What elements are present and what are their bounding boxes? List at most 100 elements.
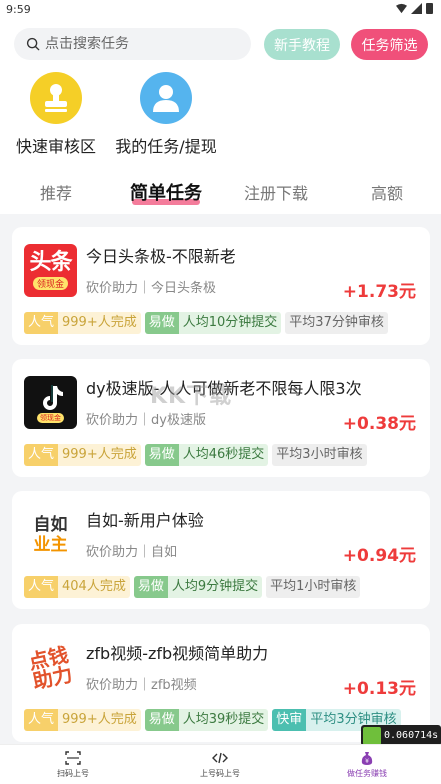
task-tags: 人气 999+人完成 易做 人均10分钟提交 平均37分钟审核 <box>24 312 388 334</box>
tag-value: 人均9分钟提交 <box>167 576 263 598</box>
tag-value: 人均10分钟提交 <box>178 312 282 334</box>
tag-key: 易做 <box>144 312 179 334</box>
task-reward: +0.13元 <box>342 679 416 699</box>
tag-value: 999+人完成 <box>58 709 141 731</box>
zfb-icon-text: 点钱助力 <box>26 641 75 694</box>
nav-earn-label: 做任务赚钱 <box>347 769 387 778</box>
popularity-tag: 人气 999+人完成 <box>24 312 141 334</box>
svg-text:¥: ¥ <box>365 758 369 765</box>
task-title: zfb视频-zfb视频简单助力 <box>86 644 269 663</box>
task-reward: +0.94元 <box>342 546 416 566</box>
watermark: KK下载 <box>150 384 233 409</box>
review-time-tag: 平均37分钟审核 <box>285 312 388 334</box>
nav-earn-money[interactable]: ¥ 做任务赚钱 <box>327 751 407 779</box>
task-subtitle: 砍价助力｜今日头条极 <box>86 281 217 296</box>
douyin-icon-badge: 领现金 <box>37 412 64 423</box>
task-reward: +0.38元 <box>342 414 416 434</box>
leaf-logo-icon <box>363 726 381 745</box>
task-title: 今日头条极-不限新老 <box>86 247 236 266</box>
task-subtitle: 砍价助力｜zfb视频 <box>86 678 197 693</box>
search-icon <box>26 37 40 51</box>
search-bar[interactable] <box>14 28 251 60</box>
nav-scan-login[interactable]: 扫码上号 <box>33 751 113 779</box>
status-icons <box>396 3 433 14</box>
tag-value: 404人完成 <box>58 576 130 598</box>
popularity-tag: 人气 999+人完成 <box>24 444 141 466</box>
tutorial-button[interactable]: 新手教程 <box>264 29 340 60</box>
nav-code-label: 上号码上号 <box>200 769 240 778</box>
signal-icon <box>411 3 422 14</box>
tag-value: 平均37分钟审核 <box>285 312 388 334</box>
tag-key: 易做 <box>144 709 179 731</box>
my-tasks-badge <box>140 72 192 124</box>
nav-scan-label: 扫码上号 <box>57 769 89 778</box>
tag-key: 人气 <box>24 576 59 598</box>
my-tasks-label: 我的任务/提现 <box>115 137 217 156</box>
tag-key: 快审 <box>272 709 307 731</box>
quick-review-badge <box>30 72 82 124</box>
status-time: 9:59 <box>6 3 31 16</box>
easy-tag: 易做 人均9分钟提交 <box>133 576 263 598</box>
tag-key: 人气 <box>24 709 59 731</box>
nav-code-login[interactable]: 上号码上号 <box>180 751 260 779</box>
quick-review-shortcut[interactable]: 快速审核区 <box>1 72 111 157</box>
tab-high-value[interactable]: 高额 <box>371 180 403 204</box>
tab-register-download[interactable]: 注册下载 <box>244 180 308 204</box>
task-tags: 人气 999+人完成 易做 人均46秒提交 平均3小时审核 <box>24 444 367 466</box>
overlay-timer: 0.060714s <box>361 725 441 746</box>
task-card[interactable]: 领现金 dy极速版-人人可做新老不限每人限3次 砍价助力｜dy极速版 +0.38… <box>12 359 430 477</box>
music-note-icon <box>42 384 63 410</box>
task-subtitle: 砍价助力｜自如 <box>86 545 178 560</box>
category-tabs: 推荐 简单任务 注册下载 高额 <box>0 170 441 210</box>
code-icon <box>212 752 228 764</box>
battery-icon <box>426 3 433 14</box>
task-filter-button[interactable]: 任务筛选 <box>351 29 428 60</box>
toutiao-app-icon: 头条 领现金 <box>24 244 77 297</box>
task-card[interactable]: 自如 业主 自如-新用户体验 砍价助力｜自如 +0.94元 人气 404人完成 易… <box>12 491 430 609</box>
easy-tag: 易做 人均46秒提交 <box>144 444 269 466</box>
user-icon <box>153 85 179 112</box>
tag-value: 平均3小时审核 <box>272 444 367 466</box>
review-time-tag: 平均3小时审核 <box>272 444 367 466</box>
ziru-app-icon: 自如 业主 <box>24 508 77 561</box>
tag-value: 999+人完成 <box>58 444 141 466</box>
my-tasks-shortcut[interactable]: 我的任务/提现 <box>111 72 221 157</box>
easy-tag: 易做 人均39秒提交 <box>144 709 269 731</box>
task-tags: 人气 404人完成 易做 人均9分钟提交 平均1小时审核 <box>24 576 361 598</box>
tag-value: 平均1小时审核 <box>266 576 361 598</box>
task-title: 自如-新用户体验 <box>86 511 204 530</box>
quick-review-label: 快速审核区 <box>15 137 96 156</box>
status-bar: 9:59 <box>0 0 441 20</box>
search-input[interactable] <box>45 36 235 52</box>
tag-value: 人均46秒提交 <box>178 444 269 466</box>
scan-icon <box>65 751 81 765</box>
easy-tag: 易做 人均10分钟提交 <box>144 312 282 334</box>
toutiao-icon-badge: 领现金 <box>32 277 68 290</box>
popularity-tag: 人气 404人完成 <box>24 576 130 598</box>
popularity-tag: 人气 999+人完成 <box>24 709 141 731</box>
toutiao-icon-text: 头条 <box>29 250 72 275</box>
task-subtitle: 砍价助力｜dy极速版 <box>86 413 206 428</box>
tag-key: 人气 <box>24 444 59 466</box>
tag-key: 人气 <box>24 312 59 334</box>
ziru-icon-text: 自如 <box>33 514 68 535</box>
task-reward: +1.73元 <box>342 282 416 302</box>
zfb-video-app-icon: 点钱助力 <box>24 641 77 694</box>
task-card[interactable]: 头条 领现金 今日头条极-不限新老 砍价助力｜今日头条极 +1.73元 人气 99… <box>12 227 430 345</box>
bottom-nav: 扫码上号 上号码上号 ¥ 做任务赚钱 <box>0 744 441 784</box>
tag-value: 人均39秒提交 <box>178 709 269 731</box>
task-tags: 人气 999+人完成 易做 人均39秒提交 快审 平均3分钟审核 <box>24 709 401 731</box>
douyin-app-icon: 领现金 <box>24 376 77 429</box>
timer-value: 0.060714s <box>384 730 439 741</box>
review-time-tag: 平均1小时审核 <box>266 576 361 598</box>
tab-simple-tasks-label: 简单任务 <box>130 183 202 204</box>
wifi-icon <box>396 3 407 14</box>
ziru-icon-text-secondary: 业主 <box>33 534 68 555</box>
money-bag-icon: ¥ <box>361 752 373 765</box>
stamp-icon <box>45 84 67 112</box>
tag-key: 易做 <box>133 576 168 598</box>
tab-simple-tasks[interactable]: 简单任务 <box>130 179 202 205</box>
tag-value: 999+人完成 <box>58 312 141 334</box>
tag-key: 易做 <box>144 444 179 466</box>
tab-recommended[interactable]: 推荐 <box>40 180 72 204</box>
